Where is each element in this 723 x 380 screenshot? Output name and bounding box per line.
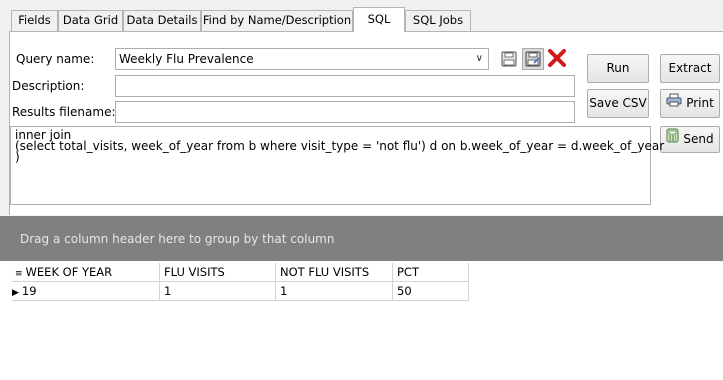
print-button[interactable]: Print: [660, 89, 720, 118]
row-pointer-icon: ▶: [12, 288, 19, 298]
tab-sql-jobs-label: SQL Jobs: [412, 13, 464, 27]
tab-data-details-label: Data Details: [126, 13, 198, 27]
tab-data-details[interactable]: Data Details: [123, 10, 201, 31]
save-csv-button[interactable]: Save CSV: [587, 89, 649, 118]
delete-icon[interactable]: [546, 47, 568, 69]
grid-header-label: WEEK OF YEAR: [25, 265, 113, 279]
save-as-icon[interactable]: [522, 48, 544, 70]
send-button[interactable]: Send: [660, 126, 720, 153]
extract-button-label: Extract: [668, 61, 712, 75]
grid-header-label: PCT: [397, 265, 419, 279]
query-name-combo[interactable]: Weekly Flu Prevalence ∨: [115, 48, 489, 70]
query-name-label: Query name:: [16, 52, 95, 66]
save-icon[interactable]: [498, 48, 520, 70]
group-by-hint: Drag a column header here to group by th…: [20, 232, 335, 246]
grid-header-label: NOT FLU VISITS: [280, 265, 370, 279]
cell-value: 1: [164, 284, 172, 298]
table-row-cell-pct[interactable]: 50: [393, 282, 469, 301]
send-icon: [666, 127, 679, 152]
run-button[interactable]: Run: [587, 54, 649, 83]
tab-sql-label: SQL: [367, 12, 391, 26]
tab-data-grid-label: Data Grid: [62, 13, 119, 27]
save-csv-button-label: Save CSV: [589, 96, 647, 110]
cell-value: 19: [21, 284, 37, 298]
grid-header-label: FLU VISITS: [164, 265, 225, 279]
results-filename-label: Results filename:: [12, 105, 116, 119]
tab-bar: Fields Data Grid Data Details Find by Na…: [0, 0, 723, 32]
extract-button[interactable]: Extract: [660, 54, 720, 83]
query-name-value: Weekly Flu Prevalence: [119, 52, 254, 66]
grid-header-not-flu-visits[interactable]: NOT FLU VISITS: [276, 263, 393, 282]
tab-fields-label: Fields: [18, 13, 51, 27]
results-filename-input[interactable]: [115, 101, 575, 123]
table-row-cell-flu[interactable]: 1: [160, 282, 276, 301]
grid-header-flu-visits[interactable]: FLU VISITS: [160, 263, 276, 282]
chevron-down-icon[interactable]: ∨: [476, 49, 483, 69]
table-row-cell-week[interactable]: ▶ 19: [12, 282, 160, 301]
sql-editor[interactable]: inner join (select total_visits, week_of…: [10, 126, 664, 205]
tab-sql-jobs[interactable]: SQL Jobs: [405, 10, 471, 31]
cell-value: 1: [280, 284, 288, 298]
tab-find-by-name-label: Find by Name/Description: [202, 13, 352, 27]
cell-value: 50: [397, 284, 412, 298]
printer-icon: [666, 90, 682, 117]
group-by-panel[interactable]: Drag a column header here to group by th…: [0, 216, 723, 261]
grid-header-week-of-year[interactable]: ≡ WEEK OF YEAR: [12, 263, 160, 282]
print-button-label: Print: [686, 96, 714, 110]
run-button-label: Run: [606, 61, 630, 75]
grid-menu-icon[interactable]: ≡: [15, 269, 23, 279]
tab-find-by-name[interactable]: Find by Name/Description: [201, 10, 353, 31]
tab-sql[interactable]: SQL: [353, 7, 405, 32]
description-label: Description:: [12, 79, 85, 93]
grid-header-pct[interactable]: PCT: [393, 263, 469, 282]
tab-fields[interactable]: Fields: [11, 10, 58, 31]
tab-data-grid[interactable]: Data Grid: [58, 10, 123, 31]
description-input[interactable]: [115, 75, 575, 97]
send-button-label: Send: [683, 132, 714, 146]
table-row-cell-not-flu[interactable]: 1: [276, 282, 393, 301]
